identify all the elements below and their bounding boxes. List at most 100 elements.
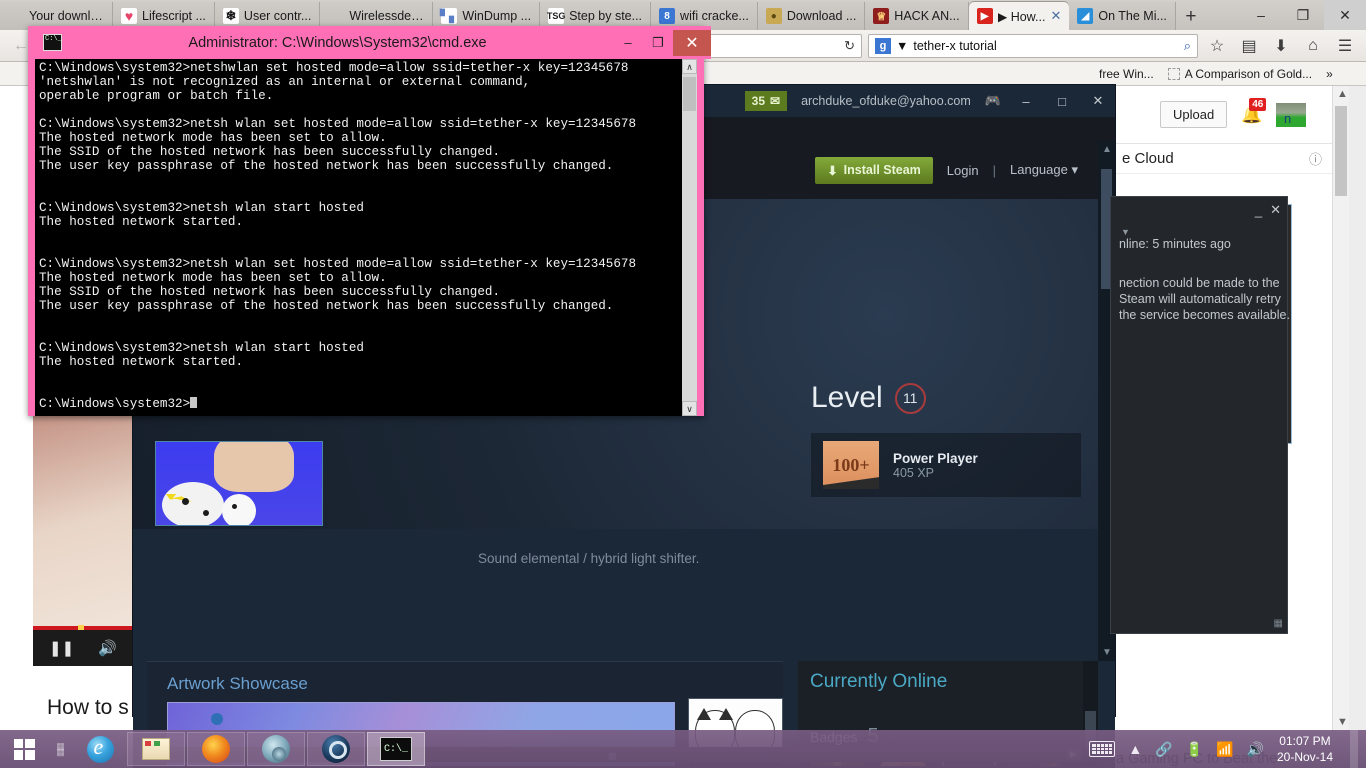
browser-tab[interactable]: ◢ On The Mi...: [1069, 2, 1176, 30]
text-cursor: [190, 397, 198, 408]
show-hidden-icons-icon[interactable]: ▲: [1128, 741, 1142, 757]
show-desktop-button[interactable]: [1350, 730, 1358, 768]
pause-icon[interactable]: ❚❚: [49, 639, 74, 657]
popup-close-button[interactable]: ✕: [1270, 202, 1281, 218]
chevron-down-icon[interactable]: ▼: [1121, 227, 1130, 237]
browser-tab-active[interactable]: ▶ ▶ How... ✕: [968, 2, 1070, 30]
cmd-icon: [43, 34, 62, 51]
taskbar-clock[interactable]: 01:07 PM 20-Nov-14: [1277, 733, 1337, 765]
lifescript-favicon: ♥: [121, 8, 137, 24]
home-icon[interactable]: ⌂: [1300, 34, 1326, 58]
level-value-badge: 11: [894, 382, 926, 414]
tab-label: wifi cracke...: [680, 9, 749, 23]
cmd-close-button[interactable]: ✕: [673, 29, 711, 56]
artwork-shape: [232, 504, 237, 509]
scroll-up-icon[interactable]: ▲: [1102, 144, 1112, 155]
start-button[interactable]: [0, 730, 48, 768]
windows-taskbar: ▦▦ C:\_ ▲ 🔗 🔋 📶 🔊 01:07 PM 20: [0, 730, 1366, 768]
steam-maximize-button[interactable]: □: [1051, 94, 1073, 109]
bookmarks-overflow-icon[interactable]: »: [1326, 67, 1333, 81]
profile-tagline: Sound elemental / hybrid light shifter.: [478, 551, 700, 566]
taskbar-item-windump[interactable]: [247, 732, 305, 766]
blank-favicon: [328, 8, 344, 24]
volume-icon[interactable]: 🔊: [1247, 741, 1264, 758]
notifications-bell-icon[interactable]: 🔔 46: [1241, 97, 1267, 125]
minimize-button[interactable]: –: [1240, 0, 1282, 30]
profile-artwork-image[interactable]: [155, 441, 323, 526]
new-tab-button[interactable]: +: [1176, 4, 1206, 30]
downloads-icon[interactable]: ⬇: [1268, 34, 1294, 58]
cmd-titlebar[interactable]: Administrator: C:\Windows\System32\cmd.e…: [35, 26, 711, 59]
tab-close-icon[interactable]: ✕: [1050, 8, 1061, 24]
scroll-down-icon[interactable]: ▼: [1337, 716, 1348, 728]
browser-tab[interactable]: ● Download ...: [757, 2, 866, 30]
scroll-up-icon[interactable]: ∧: [682, 59, 697, 74]
bookmark-star-icon[interactable]: ☆: [1204, 34, 1230, 58]
command-prompt-icon: C:\_: [380, 737, 412, 761]
install-steam-button[interactable]: ⬇ Install Steam: [815, 156, 933, 184]
taskbar-item-internet-explorer[interactable]: [75, 732, 125, 766]
system-tray: ▲ 🔗 🔋 📶 🔊 01:07 PM 20-Nov-14: [1089, 730, 1366, 768]
steam-close-button[interactable]: ✕: [1087, 93, 1109, 109]
battery-icon[interactable]: 🔋: [1186, 741, 1203, 758]
avatar[interactable]: [1276, 102, 1307, 127]
info-icon[interactable]: ⓘ: [1309, 149, 1322, 168]
youtube-favicon: ▶: [976, 8, 993, 24]
xp-badge-card[interactable]: 100+ Power Player 405 XP: [811, 433, 1081, 497]
cmd-console-output[interactable]: C:\Windows\system32>netshwlan set hosted…: [35, 59, 697, 416]
popup-titlebar: _ ✕: [1111, 197, 1289, 223]
search-icon[interactable]: ⌕: [1184, 38, 1191, 54]
artwork-shape: [162, 482, 224, 525]
tab-label: HACK AN...: [894, 9, 960, 23]
tab-label: On The Mi...: [1098, 9, 1167, 23]
internet-explorer-icon: [86, 734, 114, 763]
wifi-icon[interactable]: 📶: [1216, 741, 1233, 758]
restore-button[interactable]: ❐: [1282, 0, 1324, 30]
browser-tab[interactable]: ♕ HACK AN...: [865, 2, 969, 30]
steam-mail-badge[interactable]: 35 ✉: [744, 91, 788, 111]
cmd-minimize-button[interactable]: –: [613, 30, 643, 56]
search-input[interactable]: g ▼ tether-x tutorial ⌕: [868, 33, 1198, 58]
scroll-down-icon[interactable]: ▼: [1102, 647, 1112, 658]
popup-message-line-1: nection could be made to the: [1119, 276, 1280, 290]
taskbar-item-file-explorer[interactable]: [127, 732, 185, 766]
network-tools-icon[interactable]: 🔗: [1155, 741, 1172, 758]
popup-minimize-button[interactable]: _: [1255, 203, 1262, 218]
tab-label: Download ...: [786, 9, 857, 23]
page-scrollbar[interactable]: ▲ ▼: [1332, 86, 1349, 730]
cmd-scrollbar[interactable]: ∧ ∨: [682, 59, 697, 416]
language-menu[interactable]: Language ▾: [1010, 162, 1078, 178]
upload-button[interactable]: Upload: [1160, 101, 1228, 128]
login-link[interactable]: Login: [947, 163, 979, 178]
windump-icon: [262, 735, 290, 763]
popup-last-online: nline: 5 minutes ago: [1119, 237, 1231, 251]
scrollbar-thumb[interactable]: [1335, 106, 1347, 196]
steam-account-label[interactable]: archduke_ofduke@yahoo.com: [801, 94, 971, 108]
scroll-down-icon[interactable]: ∨: [682, 401, 697, 416]
reload-icon[interactable]: ↻: [838, 38, 855, 54]
volume-icon[interactable]: 🔊: [98, 639, 117, 657]
taskbar-item-steam[interactable]: [307, 732, 365, 766]
google-search-icon[interactable]: g: [875, 37, 891, 54]
scroll-up-icon[interactable]: ▲: [1337, 88, 1348, 100]
taskbar-item-command-prompt[interactable]: C:\_: [367, 732, 425, 766]
google-favicon: 8: [659, 8, 676, 24]
scrollbar-thumb[interactable]: [683, 77, 696, 111]
controller-icon[interactable]: 🎮: [985, 93, 1001, 109]
chevron-down-icon[interactable]: ▼: [896, 39, 908, 53]
tab-label: Wirelessdefenc...: [349, 9, 424, 23]
hack-favicon: ♕: [873, 8, 890, 24]
close-button[interactable]: ✕: [1324, 0, 1366, 30]
level-label: Level: [811, 381, 883, 414]
menu-icon[interactable]: ☰: [1332, 34, 1358, 58]
cmd-maximize-button[interactable]: ❐: [643, 30, 673, 56]
steam-icon: [322, 735, 350, 763]
taskbar-item-firefox[interactable]: [187, 732, 245, 766]
screen: Your downloa... ♥ Lifescript ... ❄ User …: [0, 0, 1366, 768]
resize-grip-icon[interactable]: ▦: [1274, 618, 1283, 629]
steam-minimize-button[interactable]: –: [1015, 94, 1037, 109]
keyboard-icon[interactable]: [1089, 741, 1116, 757]
bookmark-item[interactable]: free Win...: [1099, 67, 1154, 81]
reader-view-icon[interactable]: ▤: [1236, 34, 1262, 58]
bookmark-item[interactable]: A Comparison of Gold...: [1167, 67, 1312, 81]
